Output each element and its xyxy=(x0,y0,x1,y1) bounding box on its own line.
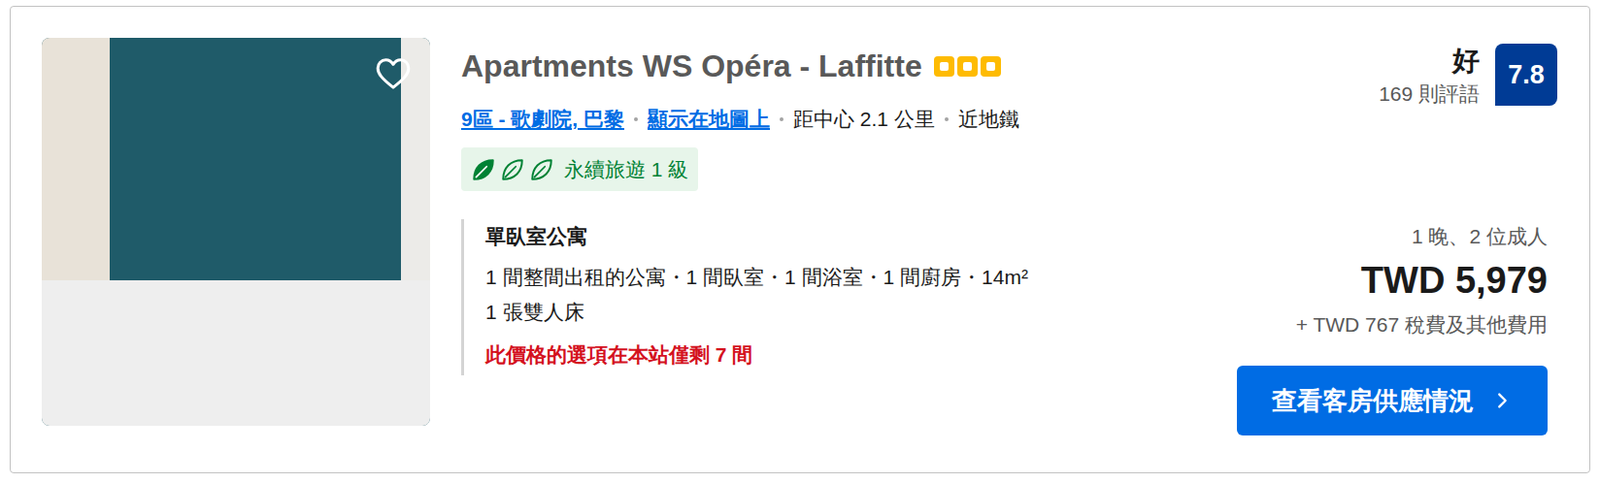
separator-dot xyxy=(779,117,784,122)
leaf-icon xyxy=(529,157,555,183)
star-rating xyxy=(933,56,1001,77)
scarcity-note: 此價格的選項在本站僅剩 7 間 xyxy=(485,340,1228,370)
chevron-right-icon xyxy=(1491,390,1513,412)
room-name: 單臥室公寓 xyxy=(485,222,1228,252)
favorite-button[interactable] xyxy=(371,52,415,96)
separator-dot xyxy=(944,117,949,122)
transit: 近地鐵 xyxy=(958,104,1020,134)
price-column: 好 169 則評語 7.8 1 晚、2 位成人 TWD 5,979 + TWD … xyxy=(1227,37,1558,473)
leaf-icon xyxy=(470,157,497,183)
review-summary[interactable]: 好 169 則評語 7.8 xyxy=(1378,43,1558,109)
sustainability-leaves xyxy=(470,157,555,183)
distance: 距中心 2.1 公里 xyxy=(793,104,935,134)
property-title[interactable]: Apartments WS Opéra - Laffitte xyxy=(461,45,923,87)
property-photo[interactable] xyxy=(41,37,431,427)
property-card: Apartments WS Opéra - Laffitte 9區 - 歌劇院,… xyxy=(9,5,1591,474)
room-details: 1 間整間出租的公寓・1 間臥室・1 間浴室・1 間廚房・14m² xyxy=(485,263,1228,293)
review-count: 169 則評語 xyxy=(1378,79,1480,109)
star-square-icon xyxy=(933,56,955,77)
star-square-icon xyxy=(980,56,1001,77)
location-link[interactable]: 9區 - 歌劇院, 巴黎 xyxy=(461,104,625,134)
property-info: Apartments WS Opéra - Laffitte 9區 - 歌劇院,… xyxy=(461,37,1228,473)
availability-button[interactable]: 查看客房供應情況 xyxy=(1236,366,1548,436)
map-link[interactable]: 顯示在地圖上 xyxy=(647,104,770,134)
bed-info: 1 張雙人床 xyxy=(485,298,1228,328)
room-block: 單臥室公寓 1 間整間出租的公寓・1 間臥室・1 間浴室・1 間廚房・14m² … xyxy=(461,219,1228,376)
sustainability-badge[interactable]: 永續旅遊 1 級 xyxy=(461,147,699,192)
heart-icon[interactable] xyxy=(373,54,413,94)
star-square-icon xyxy=(957,56,978,77)
separator-dot xyxy=(633,117,638,122)
review-score: 7.8 xyxy=(1495,43,1558,106)
stay-info: 1 晚、2 位成人 xyxy=(1411,222,1548,252)
taxes-info: + TWD 767 稅費及其他費用 xyxy=(1296,310,1548,340)
leaf-icon xyxy=(500,157,526,183)
review-label: 好 xyxy=(1452,44,1480,78)
price-amount: TWD 5,979 xyxy=(1361,259,1548,302)
